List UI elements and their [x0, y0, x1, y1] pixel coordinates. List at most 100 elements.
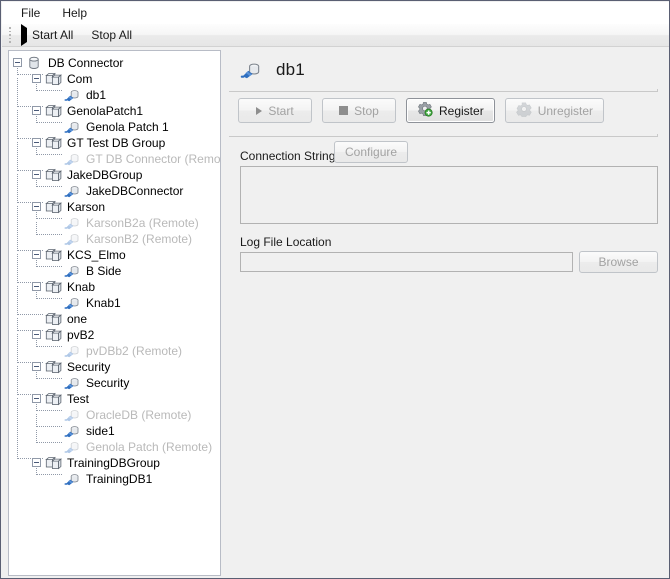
- stop-all-label: Stop All: [91, 28, 132, 42]
- tree-node-label: Knab1: [83, 295, 121, 311]
- detail-panel: db1 Start Stop Register Unregister Conn: [229, 48, 670, 579]
- action-button-row: Start Stop Register Unregister: [238, 98, 604, 123]
- tree-node-label: pvDBb2 (Remote): [83, 343, 182, 359]
- tree-expander-collapse[interactable]: [32, 170, 41, 179]
- tree-node[interactable]: GT DB Connector (Remote): [9, 151, 220, 167]
- tree-node[interactable]: Knab1: [9, 295, 220, 311]
- tree-node[interactable]: side1: [9, 423, 220, 439]
- start-all-button[interactable]: Start All: [16, 25, 81, 46]
- tree-node-label: one: [64, 311, 87, 327]
- tree-node[interactable]: Genola Patch (Remote): [9, 439, 220, 455]
- connection-string-label: Connection String: [240, 149, 335, 163]
- tree-node[interactable]: db1: [9, 87, 220, 103]
- connection-string-input[interactable]: [240, 166, 658, 224]
- divider-header: [229, 91, 658, 93]
- tree-node[interactable]: JakeDBGroup: [9, 167, 220, 183]
- connector-icon: [64, 375, 82, 391]
- tree-node-label: TrainingDB1: [83, 471, 152, 487]
- menu-item-help[interactable]: Help: [54, 4, 95, 22]
- tree-expander-collapse[interactable]: [32, 458, 41, 467]
- tree-node-label: TrainingDBGroup: [64, 455, 160, 471]
- connector-tree-panel[interactable]: DB ConnectorComdb1GenolaPatch1Genola Pat…: [8, 50, 221, 576]
- tree-node[interactable]: OracleDB (Remote): [9, 407, 220, 423]
- connector-icon: [64, 407, 82, 423]
- group-icon: [45, 327, 63, 343]
- tree-node[interactable]: Karson: [9, 199, 220, 215]
- tree-expander-collapse[interactable]: [32, 202, 41, 211]
- tree-expander-collapse[interactable]: [32, 74, 41, 83]
- tree-node[interactable]: Genola Patch 1: [9, 119, 220, 135]
- configure-button[interactable]: Configure: [334, 141, 408, 163]
- tree-node-label: db1: [83, 87, 106, 103]
- tree-expander-collapse[interactable]: [32, 138, 41, 147]
- database-icon: [26, 55, 44, 71]
- tree-expander-collapse[interactable]: [32, 106, 41, 115]
- tree-expander-collapse[interactable]: [13, 58, 22, 67]
- tree-node-label: Genola Patch 1: [83, 119, 169, 135]
- tree-node-label: B Side: [83, 263, 121, 279]
- tree-node[interactable]: Com: [9, 71, 220, 87]
- tree-node[interactable]: TrainingDB1: [9, 471, 220, 487]
- connector-icon: [64, 151, 82, 167]
- play-icon: [21, 29, 27, 41]
- tree-node-label: GenolaPatch1: [64, 103, 143, 119]
- start-all-label: Start All: [32, 28, 73, 42]
- group-icon: [45, 247, 63, 263]
- connector-icon: [64, 423, 82, 439]
- tree-node-label: Knab: [64, 279, 95, 295]
- tree-node-label: Karson: [64, 199, 105, 215]
- gear-plus-icon: [417, 101, 433, 120]
- tree-node[interactable]: pvDBb2 (Remote): [9, 343, 220, 359]
- start-button-label: Start: [268, 104, 293, 118]
- tree-node[interactable]: KarsonB2 (Remote): [9, 231, 220, 247]
- tree-node[interactable]: Security: [9, 359, 220, 375]
- tree-node[interactable]: one: [9, 311, 220, 327]
- toolbar-grip[interactable]: [6, 27, 14, 43]
- tree-node[interactable]: pvB2: [9, 327, 220, 343]
- tree-node[interactable]: Security: [9, 375, 220, 391]
- tree-node[interactable]: Knab: [9, 279, 220, 295]
- register-button[interactable]: Register: [406, 98, 495, 123]
- register-button-label: Register: [439, 104, 484, 118]
- connector-icon: [64, 215, 82, 231]
- tree-expander-collapse[interactable]: [32, 250, 41, 259]
- tree-node-label: KarsonB2a (Remote): [83, 215, 199, 231]
- tree-node[interactable]: KCS_Elmo: [9, 247, 220, 263]
- tree-node[interactable]: JakeDBConnector: [9, 183, 220, 199]
- group-icon: [45, 199, 63, 215]
- connector-icon: [240, 59, 264, 81]
- menu-item-file[interactable]: File: [13, 4, 48, 22]
- tree-expander-collapse[interactable]: [32, 362, 41, 371]
- tree-node[interactable]: B Side: [9, 263, 220, 279]
- tree-node[interactable]: KarsonB2a (Remote): [9, 215, 220, 231]
- tree-expander-collapse[interactable]: [32, 282, 41, 291]
- log-file-location-input[interactable]: [240, 252, 573, 272]
- configure-button-label: Configure: [345, 145, 397, 159]
- browse-button[interactable]: Browse: [579, 251, 658, 273]
- tree-node[interactable]: DB Connector: [9, 55, 220, 71]
- tree-node-label: KarsonB2 (Remote): [83, 231, 192, 247]
- group-icon: [45, 167, 63, 183]
- unregister-button[interactable]: Unregister: [505, 98, 604, 123]
- connector-tree: DB ConnectorComdb1GenolaPatch1Genola Pat…: [9, 51, 220, 487]
- group-icon: [45, 71, 63, 87]
- play-icon: [256, 107, 262, 115]
- group-icon: [45, 311, 63, 327]
- tree-expander-collapse[interactable]: [32, 394, 41, 403]
- application-window: File Help Start All Stop All DB Connecto…: [0, 0, 670, 579]
- start-button[interactable]: Start: [238, 98, 312, 123]
- connector-icon: [64, 183, 82, 199]
- tree-node[interactable]: GenolaPatch1: [9, 103, 220, 119]
- stop-all-button[interactable]: Stop All: [81, 25, 140, 46]
- tree-node[interactable]: GT Test DB Group: [9, 135, 220, 151]
- tree-node-label: KCS_Elmo: [64, 247, 126, 263]
- detail-header: db1: [229, 48, 670, 91]
- tree-node-label: JakeDBGroup: [64, 167, 142, 183]
- tree-node[interactable]: Test: [9, 391, 220, 407]
- connector-icon: [64, 263, 82, 279]
- gear-icon: [516, 101, 532, 120]
- tree-expander-collapse[interactable]: [32, 330, 41, 339]
- stop-button[interactable]: Stop: [322, 98, 396, 123]
- group-icon: [45, 391, 63, 407]
- tree-node[interactable]: TrainingDBGroup: [9, 455, 220, 471]
